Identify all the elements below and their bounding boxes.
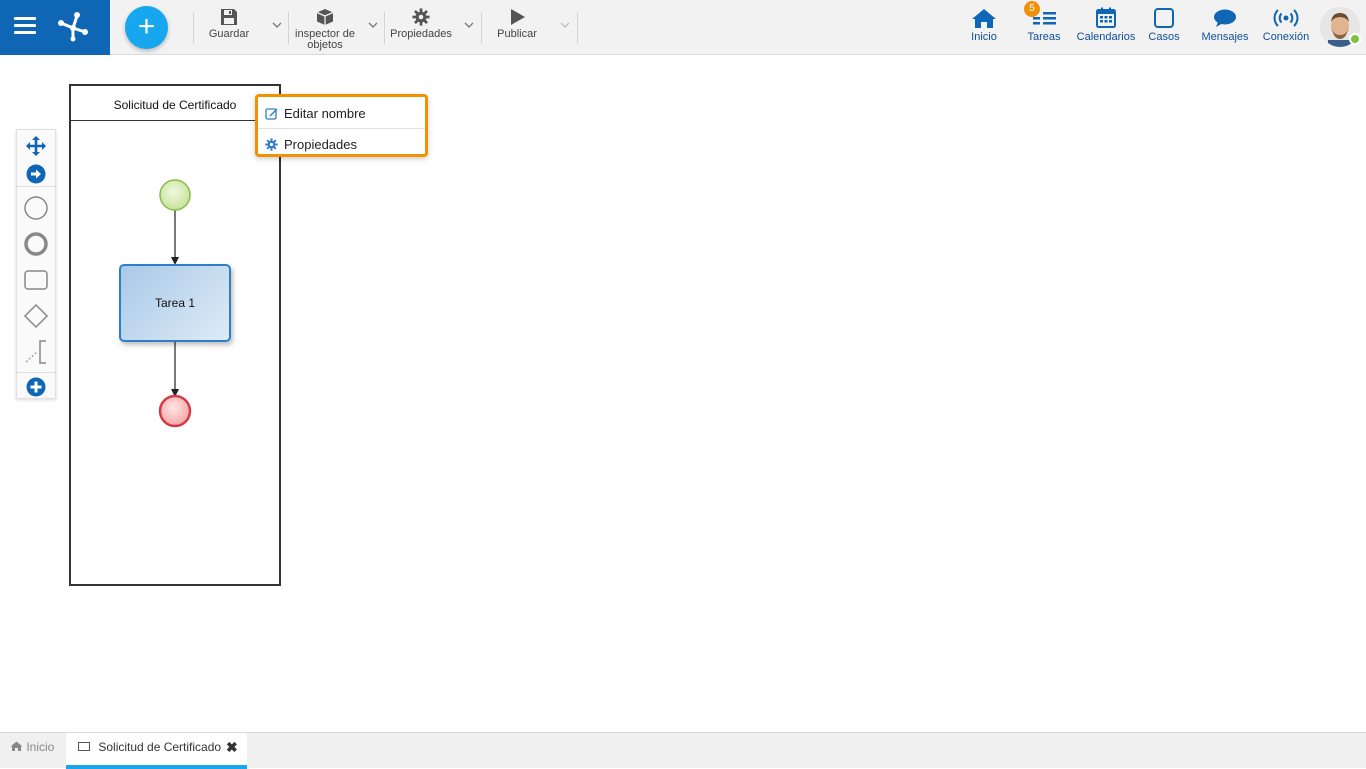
menu-item-edit-name-label: Editar nombre: [284, 106, 366, 121]
end-event[interactable]: [158, 394, 192, 428]
sequence-flow-start-to-task[interactable]: [171, 210, 179, 265]
task-node[interactable]: Tarea 1: [119, 264, 231, 342]
menu-divider: [258, 128, 425, 129]
sequence-flow-task-to-end[interactable]: [171, 342, 179, 397]
tab-process[interactable]: Solicitud de Certificado ✖: [66, 733, 247, 769]
context-menu: Editar nombre Propiedades: [255, 94, 428, 157]
process-tab-icon: [78, 742, 90, 751]
gear-icon: [265, 138, 278, 151]
diagram-canvas: [158, 179, 192, 428]
start-event[interactable]: [159, 179, 191, 211]
bottom-tab-bar: Inicio Solicitud de Certificado ✖: [0, 732, 1366, 769]
menu-item-properties[interactable]: Propiedades: [258, 130, 425, 159]
close-tab-icon[interactable]: ✖: [226, 733, 238, 762]
home-icon: [10, 741, 23, 751]
menu-item-properties-label: Propiedades: [284, 137, 357, 152]
menu-item-edit-name[interactable]: Editar nombre: [258, 99, 425, 128]
tab-process-label: Solicitud de Certificado: [98, 740, 222, 754]
tab-home[interactable]: Inicio: [0, 733, 66, 769]
tab-home-label: Inicio: [26, 740, 55, 754]
edit-icon: [265, 108, 278, 120]
